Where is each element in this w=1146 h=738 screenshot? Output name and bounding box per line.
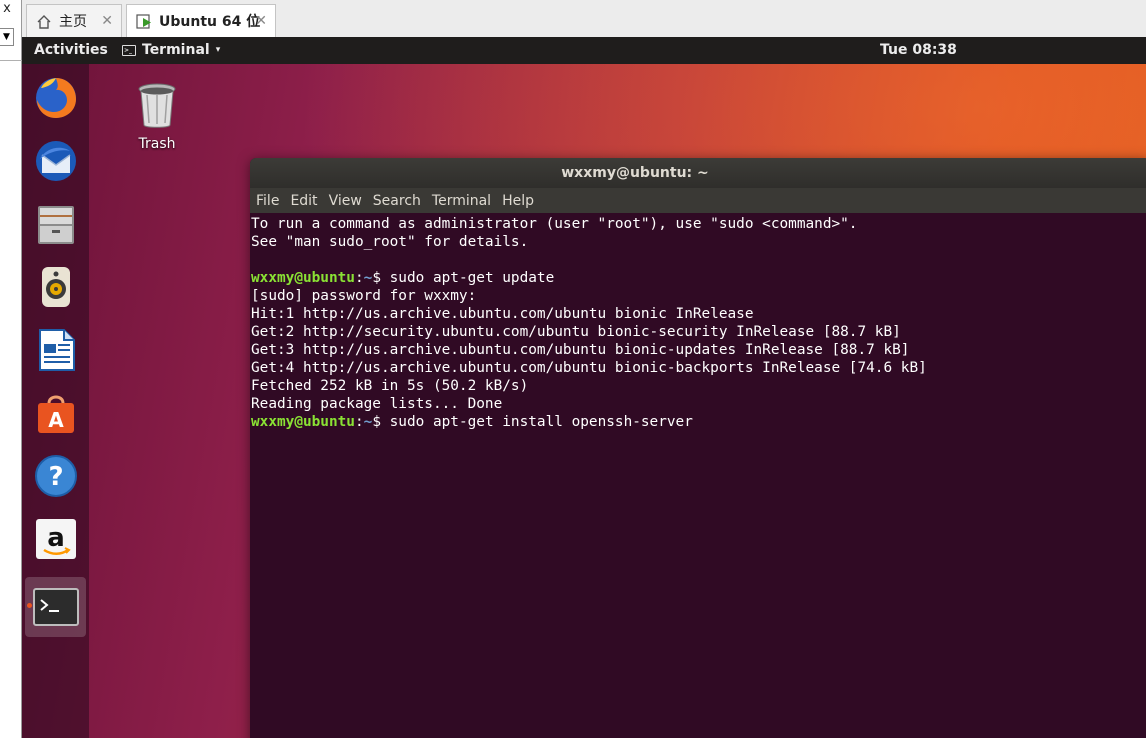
terminal-output-line: See "man sudo_root" for details. (251, 234, 529, 250)
dock-item-amazon[interactable]: a (25, 510, 86, 568)
menu-edit[interactable]: Edit (290, 193, 317, 209)
prompt-user: wxxmy@ubuntu (251, 414, 355, 430)
menu-help[interactable]: Help (502, 193, 534, 209)
terminal-output-line: Get:2 http://security.ubuntu.com/ubuntu … (251, 324, 901, 340)
gnome-top-bar: Activities >_ Terminal ▾ Tue 08:38 (22, 37, 1146, 64)
prompt-symbol: $ (372, 270, 390, 286)
rhythmbox-icon (41, 267, 70, 307)
svg-text:?: ? (48, 462, 63, 492)
firefox-icon (35, 78, 76, 118)
terminal-prompt-line: wxxmy@ubuntu:~$ sudo apt-get install ope… (251, 413, 1146, 431)
prompt-user: wxxmy@ubuntu (251, 270, 355, 286)
host-divider (0, 60, 22, 61)
host-dropdown-icon[interactable]: ▼ (0, 28, 14, 46)
chevron-down-icon: ▾ (215, 45, 221, 55)
command-text: sudo apt-get install openssh-server (389, 414, 693, 430)
terminal-output-line: Get:4 http://us.archive.ubuntu.com/ubunt… (251, 360, 927, 376)
terminal-icon (32, 588, 79, 626)
prompt-separator: : (354, 270, 364, 286)
dock-item-firefox[interactable] (25, 69, 86, 127)
prompt-symbol: $ (372, 414, 390, 430)
prompt-separator: : (354, 414, 364, 430)
running-indicator (27, 603, 32, 608)
dock-item-thunderbird[interactable] (25, 132, 86, 190)
terminal-menubar: File Edit View Search Terminal Help (250, 188, 1146, 213)
desktop-trash[interactable]: Trash (122, 82, 192, 152)
host-close-icon[interactable]: x (0, 0, 14, 18)
terminal-small-icon: >_ (122, 44, 136, 56)
help-icon: ? (34, 455, 77, 497)
terminal-output-line: [sudo] password for wxxmy: (251, 288, 477, 304)
terminal-prompt-line: wxxmy@ubuntu:~$ sudo apt-get update (251, 269, 1146, 287)
menu-terminal[interactable]: Terminal (432, 193, 491, 209)
dock-item-terminal[interactable] (25, 577, 86, 637)
dock-item-ubuntu-software[interactable]: A (25, 384, 86, 442)
dock-item-help[interactable]: ? (25, 447, 86, 505)
dock-item-libreoffice-writer[interactable] (25, 321, 86, 379)
terminal-output-line: Hit:1 http://us.archive.ubuntu.com/ubunt… (251, 306, 754, 322)
terminal-output-line: Reading package lists... Done (251, 396, 503, 412)
dock: A ? a (22, 64, 89, 738)
ubuntu-software-icon: A (37, 395, 74, 433)
terminal-window[interactable]: wxxmy@ubuntu: ~ File Edit View Search Te… (250, 158, 1146, 738)
files-icon (37, 206, 74, 244)
command-text: sudo apt-get update (389, 270, 555, 286)
libreoffice-writer-icon (38, 329, 75, 371)
app-menu-button[interactable]: >_ Terminal ▾ (122, 42, 220, 58)
trash-icon (138, 83, 176, 128)
tab-ubuntu-vm-close-icon[interactable]: ✕ (255, 13, 267, 29)
prompt-path: ~ (363, 414, 373, 430)
clock[interactable]: Tue 08:38 (880, 42, 957, 58)
window-title[interactable]: wxxmy@ubuntu: ~ (250, 158, 1146, 188)
terminal-output-line: Get:3 http://us.archive.ubuntu.com/ubunt… (251, 342, 910, 358)
thunderbird-icon (35, 141, 76, 181)
tab-ubuntu-vm[interactable]: Ubuntu 64 位 ✕ (126, 4, 276, 37)
tab-home-close-icon[interactable]: ✕ (101, 13, 113, 29)
terminal-output-line: To run a command as administrator (user … (251, 216, 858, 232)
amazon-icon: a (35, 519, 76, 559)
app-menu-label: Terminal (142, 42, 210, 58)
ubuntu-desktop: Activities >_ Terminal ▾ Tue 08:38 A ? a… (22, 37, 1146, 738)
terminal-output[interactable]: To run a command as administrator (user … (250, 213, 1146, 431)
dock-item-rhythmbox[interactable] (25, 258, 86, 316)
vm-play-icon (135, 13, 153, 29)
host-side-panel: x ▼ (0, 0, 22, 738)
tab-ubuntu-vm-label: Ubuntu 64 位 (159, 14, 261, 30)
host-tab-bar: 主页 ✕ Ubuntu 64 位 ✕ (22, 0, 1146, 37)
prompt-path: ~ (363, 270, 373, 286)
terminal-output-line: Fetched 252 kB in 5s (50.2 kB/s) (251, 378, 529, 394)
trash-label: Trash (138, 136, 176, 152)
tab-home-label: 主页 (59, 14, 87, 30)
dock-item-files[interactable] (25, 195, 86, 253)
home-icon (35, 13, 53, 29)
tab-home[interactable]: 主页 ✕ (26, 4, 122, 37)
svg-text:A: A (48, 408, 64, 432)
menu-view[interactable]: View (329, 193, 362, 209)
activities-button[interactable]: Activities (34, 42, 108, 58)
menu-search[interactable]: Search (373, 193, 421, 209)
svg-text:a: a (47, 523, 65, 553)
menu-file[interactable]: File (256, 193, 279, 209)
